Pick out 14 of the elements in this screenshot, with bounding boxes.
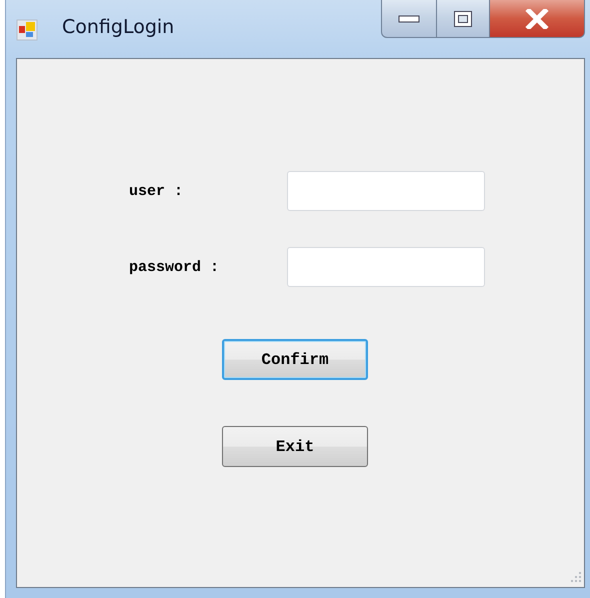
maximize-button[interactable] bbox=[437, 0, 490, 38]
dialog-button[interactable]: Confirm bbox=[222, 339, 368, 380]
maximize-icon bbox=[453, 10, 473, 28]
close-button[interactable] bbox=[490, 0, 585, 38]
input-field[interactable] bbox=[287, 171, 485, 211]
close-icon bbox=[525, 8, 549, 28]
minimize-icon bbox=[398, 14, 420, 24]
app-icon bbox=[16, 19, 38, 41]
input-field[interactable] bbox=[287, 247, 485, 287]
minimize-button[interactable] bbox=[381, 0, 437, 38]
field-label: password : bbox=[129, 258, 220, 276]
dialog-button[interactable]: Exit bbox=[222, 426, 368, 467]
window-title: ConfigLogin bbox=[62, 16, 174, 38]
field-label: user : bbox=[129, 182, 184, 200]
